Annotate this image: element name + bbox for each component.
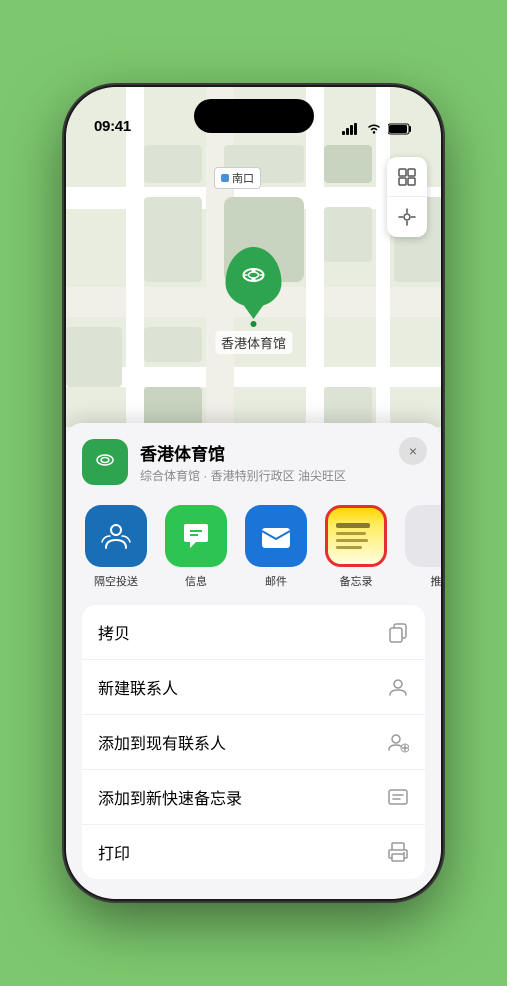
location-card: 香港体育馆 综合体育馆 · 香港特别行政区 油尖旺区 × (66, 423, 441, 497)
action-copy[interactable]: 拷贝 (82, 605, 425, 660)
new-contact-icon (387, 676, 409, 698)
action-quick-note-label: 添加到新快速备忘录 (98, 785, 242, 809)
status-icons (342, 123, 413, 135)
location-marker: 香港体育馆 (215, 247, 292, 354)
map-label-text: 南口 (232, 170, 254, 186)
share-action-airdrop[interactable]: 隔空投送 (82, 505, 150, 589)
mail-label: 邮件 (265, 573, 287, 589)
mail-icon-wrap (245, 505, 307, 567)
action-copy-label: 拷贝 (98, 620, 130, 644)
print-icon (387, 841, 409, 863)
airdrop-label: 隔空投送 (94, 573, 138, 589)
copy-icon (387, 621, 409, 643)
signal-icon (342, 123, 360, 135)
share-action-mail[interactable]: 邮件 (242, 505, 310, 589)
share-action-notes[interactable]: 备忘录 (322, 505, 390, 589)
marker-pin (225, 247, 281, 307)
battery-icon (388, 123, 413, 135)
location-card-icon (82, 439, 128, 485)
notes-label: 备忘录 (340, 573, 373, 589)
action-new-contact[interactable]: 新建联系人 (82, 660, 425, 715)
messages-label: 信息 (185, 573, 207, 589)
action-print-label: 打印 (98, 840, 130, 864)
map-label-dot (221, 174, 229, 182)
location-button[interactable] (387, 197, 427, 237)
action-add-contact[interactable]: 添加到现有联系人 (82, 715, 425, 770)
status-time: 09:41 (94, 118, 131, 135)
action-new-contact-label: 新建联系人 (98, 675, 178, 699)
bottom-sheet: 香港体育馆 综合体育馆 · 香港特别行政区 油尖旺区 × (66, 423, 441, 899)
location-name: 香港体育馆 (140, 440, 425, 465)
map-controls (387, 157, 427, 237)
close-button[interactable]: × (399, 437, 427, 465)
messages-icon-wrap (165, 505, 227, 567)
airdrop-icon-wrap (85, 505, 147, 567)
phone-frame: 09:41 (66, 87, 441, 899)
quick-note-icon (387, 786, 409, 808)
share-action-more[interactable]: 推 (402, 505, 441, 589)
share-actions-row: 隔空投送 信息 (66, 497, 441, 605)
action-list: 拷贝 新建联系人 添加到现有联系人 (82, 605, 425, 879)
map-view-button[interactable] (387, 157, 427, 197)
map-south-entrance-label: 南口 (214, 167, 261, 189)
more-icon-wrap (405, 505, 441, 567)
phone-screen: 09:41 (66, 87, 441, 899)
action-quick-note[interactable]: 添加到新快速备忘录 (82, 770, 425, 825)
stadium-icon (237, 261, 269, 293)
marker-dot (250, 321, 256, 327)
add-contact-icon (387, 731, 409, 753)
more-label: 推 (431, 573, 442, 589)
share-action-messages[interactable]: 信息 (162, 505, 230, 589)
action-add-contact-label: 添加到现有联系人 (98, 730, 226, 754)
location-info: 香港体育馆 综合体育馆 · 香港特别行政区 油尖旺区 (140, 440, 425, 484)
dynamic-island (194, 99, 314, 133)
wifi-icon (366, 123, 382, 135)
action-print[interactable]: 打印 (82, 825, 425, 879)
marker-label: 香港体育馆 (215, 331, 292, 354)
notes-icon-wrap (325, 505, 387, 567)
location-subtitle: 综合体育馆 · 香港特别行政区 油尖旺区 (140, 467, 425, 484)
